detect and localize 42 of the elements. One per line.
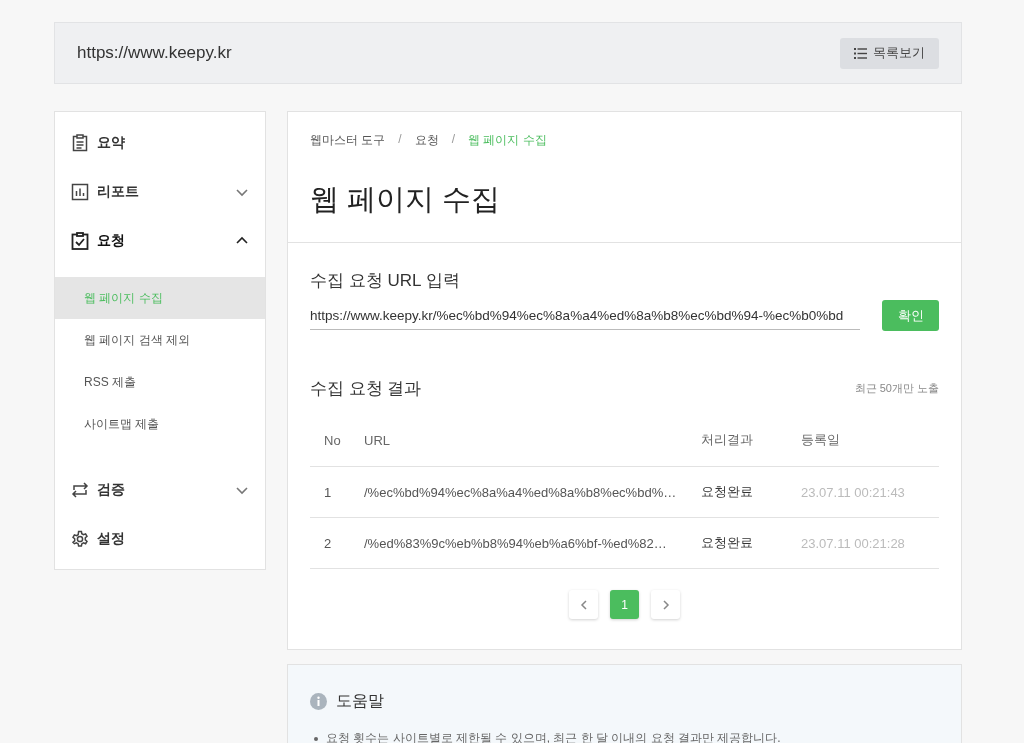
bar-chart-icon	[71, 182, 89, 201]
sidebar-item[interactable]: 설정	[55, 514, 265, 563]
table-cell: 1	[310, 466, 363, 518]
clipboard-icon	[71, 133, 89, 152]
table-cell: 요청완료	[700, 517, 800, 569]
result-note: 최근 50개만 노출	[854, 381, 939, 396]
breadcrumb-link[interactable]: 웹마스터 도구	[310, 132, 386, 149]
column-header: No	[310, 414, 363, 467]
column-header: URL	[363, 414, 700, 467]
list-icon	[854, 47, 867, 59]
info-icon	[310, 693, 327, 710]
table-cell: 23.07.11 00:21:43	[800, 466, 939, 518]
settings-icon	[71, 529, 89, 548]
sidebar-item[interactable]: 리포트	[55, 167, 265, 216]
column-header: 처리결과	[700, 414, 800, 467]
table-cell: 23.07.11 00:21:28	[800, 517, 939, 569]
sidebar-subitem[interactable]: RSS 제출	[55, 361, 265, 403]
list-view-button[interactable]: 목록보기	[840, 37, 939, 69]
chevron-right-icon	[660, 598, 671, 611]
url-input-field[interactable]: https://www.keepy.kr/%ec%bd%94%ec%8a%a4%ed%8a%b8%ec%bd%94-%ec%b0%bd	[310, 301, 860, 330]
table-cell: 요청완료	[700, 466, 800, 518]
field-label: 수집 요청 URL 입력	[310, 270, 461, 292]
breadcrumb-separator: /	[451, 132, 456, 148]
breadcrumb-separator: /	[398, 132, 402, 148]
site-url: https://www.keepy.kr	[77, 43, 232, 63]
sidebar-item[interactable]: 검증	[55, 465, 265, 514]
table-cell: 2	[310, 517, 363, 569]
sidebar-subitem[interactable]: 웹 페이지 검색 제외	[55, 319, 265, 361]
column-header: 등록일	[800, 414, 939, 467]
section-title: 수집 요청 결과	[310, 378, 422, 400]
bullet-icon	[314, 736, 318, 741]
breadcrumb-link[interactable]: 요청	[414, 132, 439, 149]
help-title: 도움말	[336, 691, 384, 711]
chevron-left-icon	[578, 598, 589, 611]
swap-arrows-icon	[71, 480, 89, 499]
help-text: 요청 횟수는 사이트별로 제한될 수 있으며, 최근 한 달 이내의 요청 결과만 제공합니다.	[326, 730, 781, 743]
table-cell: /%ed%83%9c%eb%b8%94%eb%a6%bf-%ed%82…	[363, 517, 700, 569]
table-cell: /%ec%bd%94%ec%8a%a4%ed%8a%b8%ec%bd%…	[363, 466, 700, 518]
sidebar-item[interactable]: 요약	[55, 118, 265, 167]
checklist-icon	[71, 231, 89, 250]
page-title: 웹 페이지 수집	[310, 182, 502, 217]
sidebar-subitem[interactable]: 사이트맵 제출	[55, 403, 265, 445]
